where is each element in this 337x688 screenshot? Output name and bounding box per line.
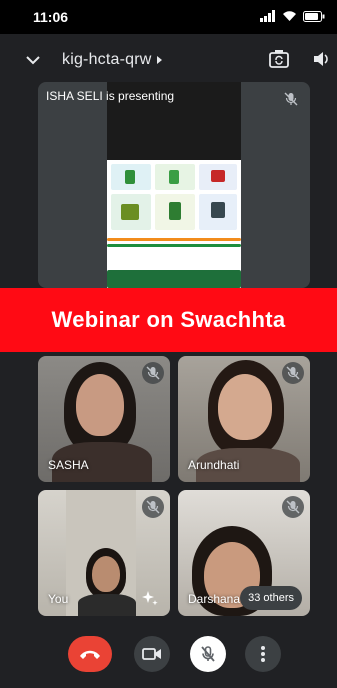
slide-footer [107,270,241,288]
mic-off-icon [146,366,160,380]
status-bar: 11:06 [0,0,337,34]
cleaning-icon [121,204,139,220]
participant-tile-sasha[interactable]: SASHA [38,356,170,482]
meeting-header: kig-hcta-qrw [0,34,337,86]
webinar-banner: Webinar on Swachhta [0,288,337,352]
participant-face [76,374,124,436]
mic-off-badge [282,362,304,384]
status-time: 11:06 [33,9,69,25]
banner-title: Webinar on Swachhta [51,307,286,332]
mic-off-icon [146,500,160,514]
meeting-info-arrow-icon[interactable] [157,56,162,64]
participant-name: Arundhati [188,458,240,472]
others-count-badge[interactable]: 33 others [240,586,302,610]
presentation-tile[interactable]: ISHA SELI is presenting [38,82,310,288]
camera-button[interactable] [134,636,170,672]
participant-tile-you[interactable]: You [38,490,170,616]
presentation-slide [107,160,241,288]
speaker-icon[interactable] [311,49,331,69]
battery-icon [303,10,325,22]
mic-off-badge [282,496,304,518]
switch-camera-icon[interactable] [268,48,290,70]
dustbin-icon [125,170,135,184]
signal-icon [260,10,275,22]
end-call-icon [80,650,100,659]
poster-icon [211,170,225,182]
participant-name: SASHA [48,458,89,472]
microphone-button[interactable] [190,636,226,672]
call-controls [0,620,337,688]
more-options-button[interactable] [245,636,281,672]
mic-off-badge [142,496,164,518]
presenter-label: ISHA SELI is presenting [46,89,175,103]
mic-off-icon [286,366,300,380]
participant-name: Darshana [188,592,241,606]
participant-body [78,594,136,616]
mic-off-badge [280,88,302,110]
slide-stripe [107,244,241,247]
participant-name: You [48,592,69,606]
effects-sparkle-icon[interactable] [142,590,158,606]
mic-off-icon [284,92,298,106]
hand-stop-icon [211,202,225,218]
participant-tile-arundhati[interactable]: Arundhati [178,356,310,482]
mic-off-icon [201,646,215,662]
participant-face [218,374,272,440]
status-icons [260,10,325,22]
participant-tile-darshana[interactable]: Darshana 33 others [178,490,310,616]
mic-off-icon [286,500,300,514]
participant-face [92,556,120,592]
recycle-icon [169,170,179,184]
meeting-code[interactable]: kig-hcta-qrw [62,51,152,69]
more-vertical-icon [261,646,265,662]
mic-off-badge [142,362,164,384]
chevron-down-icon[interactable] [24,51,42,69]
camera-icon [142,648,161,660]
end-call-button[interactable] [68,636,112,672]
dustbin-icon [169,202,181,220]
wifi-icon [283,11,296,21]
